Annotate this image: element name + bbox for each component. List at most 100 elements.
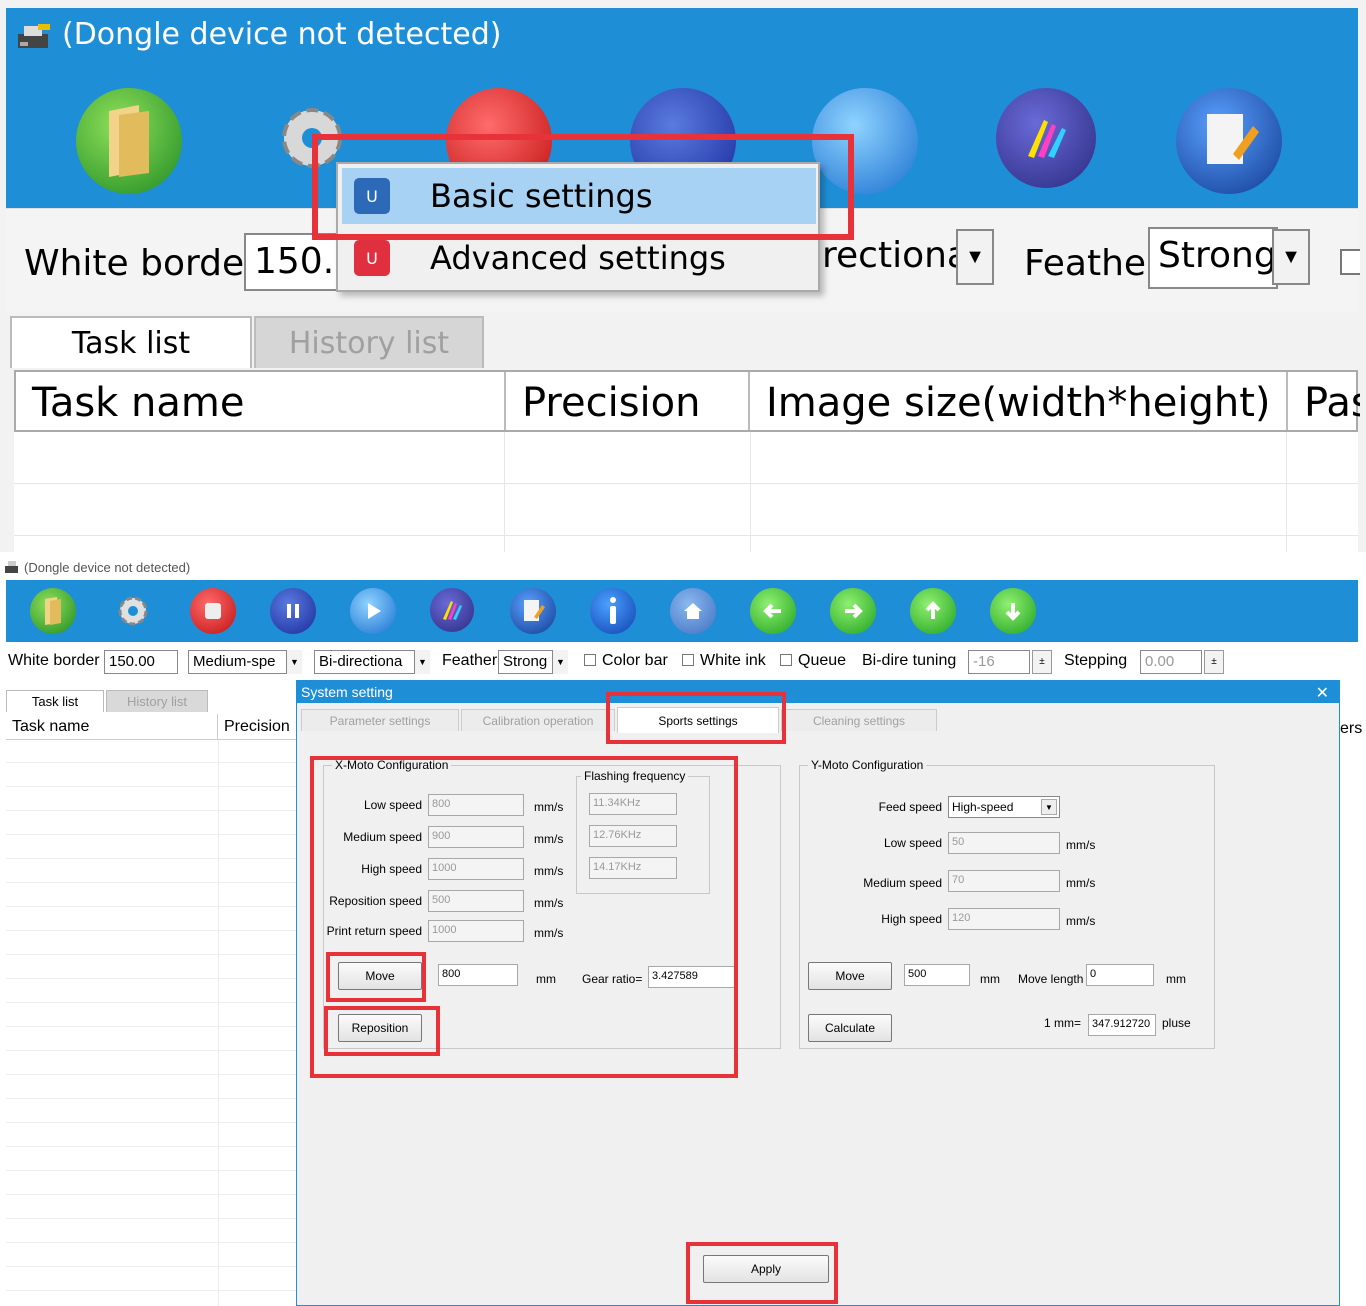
direction-dropdown-button[interactable]: ▼	[414, 650, 430, 674]
x-move-button[interactable]: Move	[338, 962, 422, 990]
col-task-name[interactable]: Task name	[16, 372, 506, 430]
printer-app-icon	[14, 22, 54, 52]
speed-dropdown-button[interactable]: ▼	[286, 650, 302, 674]
tab-sports-settings[interactable]: Sports settings	[617, 707, 779, 733]
tab-task-list[interactable]: Task list	[10, 316, 252, 368]
task-table-header: Task name Precision Image size(width*hei…	[14, 370, 1360, 432]
chevron-down-icon[interactable]: ▼	[1041, 799, 1057, 815]
col-task-name[interactable]: Task name	[6, 714, 218, 740]
main-app-window: (Dongle device not detected) White borde…	[0, 556, 1366, 1306]
x-medium-speed-input[interactable]: 900	[428, 826, 524, 848]
white-ink-checkbox[interactable]: White ink	[682, 652, 766, 670]
x-low-speed-label: Low speed	[363, 798, 422, 812]
arrow-up-icon[interactable]	[910, 588, 956, 634]
col-precision[interactable]: Precision	[218, 714, 296, 740]
x-reposition-speed-label: Reposition speed	[329, 894, 422, 908]
menu-item-label: Advanced settings	[430, 239, 726, 277]
pulse-per-mm-input[interactable]: 347.912720	[1088, 1014, 1156, 1036]
open-file-icon[interactable]	[30, 588, 76, 634]
flash-freq-high: 14.17KHz	[589, 857, 677, 879]
x-move-distance-input[interactable]: 800	[438, 964, 518, 986]
color-ink-icon[interactable]	[996, 88, 1096, 188]
direction-select[interactable]: rectiona	[818, 229, 962, 289]
speed-select[interactable]: Medium-spe	[188, 650, 302, 674]
x-reposition-speed-input[interactable]: 500	[428, 890, 524, 912]
apply-button[interactable]: Apply	[703, 1255, 829, 1283]
menu-item-basic-settings[interactable]: U Basic settings	[342, 168, 816, 224]
move-length-input[interactable]: 0	[1086, 964, 1154, 986]
x-medium-speed-unit: mm/s	[534, 832, 564, 846]
bidir-tuning-input[interactable]: -16	[968, 650, 1030, 674]
title-bar: (Dongle device not detected)	[6, 8, 1358, 66]
col-right-partial: ers	[1340, 720, 1363, 737]
white-border-input[interactable]: 150.00	[104, 650, 178, 674]
feather-label: Feather	[1024, 243, 1161, 284]
open-file-icon[interactable]	[76, 88, 182, 194]
stepping-spinner[interactable]: ±	[1204, 650, 1224, 674]
arrow-left-icon[interactable]	[750, 588, 796, 634]
col-image-size[interactable]: Image size(width*height)	[750, 372, 1288, 430]
advanced-settings-icon: U	[354, 240, 390, 276]
tab-cleaning-settings[interactable]: Cleaning settings	[781, 709, 937, 731]
tab-calibration-operation[interactable]: Calibration operation	[461, 709, 615, 731]
y-medium-speed-label: Medium speed	[863, 876, 942, 890]
edit-document-icon[interactable]	[1176, 88, 1282, 194]
y-low-speed-unit: mm/s	[1066, 838, 1096, 852]
y-feed-speed-select[interactable]: High-speed ▼	[948, 796, 1060, 818]
x-moto-legend: X-Moto Configuration	[332, 758, 452, 772]
tab-history-list[interactable]: History list	[254, 316, 484, 368]
stepping-input[interactable]: 0.00	[1140, 650, 1202, 674]
arrow-right-icon[interactable]	[830, 588, 876, 634]
zoomed-top-panel: (Dongle device not detected) White borde…	[0, 0, 1366, 552]
x-low-speed-input[interactable]: 800	[428, 794, 524, 816]
feather-select[interactable]: Strong	[1148, 227, 1278, 289]
info-icon[interactable]	[590, 588, 636, 634]
play-icon[interactable]	[812, 88, 918, 194]
y-move-button[interactable]: Move	[808, 962, 892, 990]
close-icon[interactable]: ✕	[1316, 683, 1329, 703]
feather-dropdown-button[interactable]: ▼	[552, 650, 568, 674]
gear-icon[interactable]	[110, 588, 156, 634]
color-ink-icon[interactable]	[430, 588, 474, 632]
pulse-unit: pluse	[1162, 1016, 1191, 1030]
y-low-speed-input[interactable]: 50	[948, 832, 1060, 854]
y-medium-speed-input[interactable]: 70	[948, 870, 1060, 892]
x-print-return-speed-input[interactable]: 1000	[428, 920, 524, 942]
x-medium-speed-label: Medium speed	[343, 830, 422, 844]
arrow-down-icon[interactable]	[990, 588, 1036, 634]
x-moto-group: X-Moto Configuration Low speed 800 mm/s …	[323, 758, 781, 1049]
tab-parameter-settings[interactable]: Parameter settings	[301, 709, 459, 731]
color-bar-checkbox[interactable]: Color bar	[584, 652, 668, 670]
edit-document-icon[interactable]	[510, 588, 556, 634]
feather-dropdown-button[interactable]: ▼	[1272, 229, 1310, 285]
white-border-input[interactable]: 150.0	[244, 233, 344, 291]
tab-task-list[interactable]: Task list	[6, 690, 104, 712]
reposition-button[interactable]: Reposition	[338, 1014, 422, 1042]
y-moto-legend: Y-Moto Configuration	[808, 758, 927, 772]
x-move-unit: mm	[536, 972, 556, 986]
basic-settings-icon: U	[354, 178, 390, 214]
home-icon[interactable]	[670, 588, 716, 634]
pause-icon[interactable]	[270, 588, 316, 634]
x-print-return-speed-label: Print return speed	[326, 924, 422, 938]
printer-app-icon	[4, 560, 20, 577]
gear-ratio-label: Gear ratio=	[582, 972, 643, 986]
direction-dropdown-button[interactable]: ▼	[956, 229, 994, 285]
direction-select[interactable]: Bi-directiona	[314, 650, 430, 674]
queue-checkbox[interactable]: Queue	[780, 652, 846, 670]
bidir-tuning-spinner[interactable]: ±	[1032, 650, 1052, 674]
y-move-distance-input[interactable]: 500	[904, 964, 970, 986]
checkbox-partial[interactable]	[1340, 249, 1360, 275]
col-precision[interactable]: Precision	[506, 372, 750, 430]
y-high-speed-input[interactable]: 120	[948, 908, 1060, 930]
play-icon[interactable]	[350, 588, 396, 634]
stop-icon[interactable]	[190, 588, 236, 634]
menu-item-advanced-settings[interactable]: U Advanced settings	[342, 230, 816, 286]
gear-ratio-input[interactable]: 3.427589	[648, 966, 738, 988]
x-high-speed-input[interactable]: 1000	[428, 858, 524, 880]
col-pass[interactable]: Pas	[1288, 372, 1360, 430]
y-low-speed-label: Low speed	[883, 836, 942, 850]
calculate-button[interactable]: Calculate	[808, 1014, 892, 1042]
tab-history-list[interactable]: History list	[106, 690, 208, 712]
settings-context-menu: U Basic settings U Advanced settings	[336, 162, 820, 292]
